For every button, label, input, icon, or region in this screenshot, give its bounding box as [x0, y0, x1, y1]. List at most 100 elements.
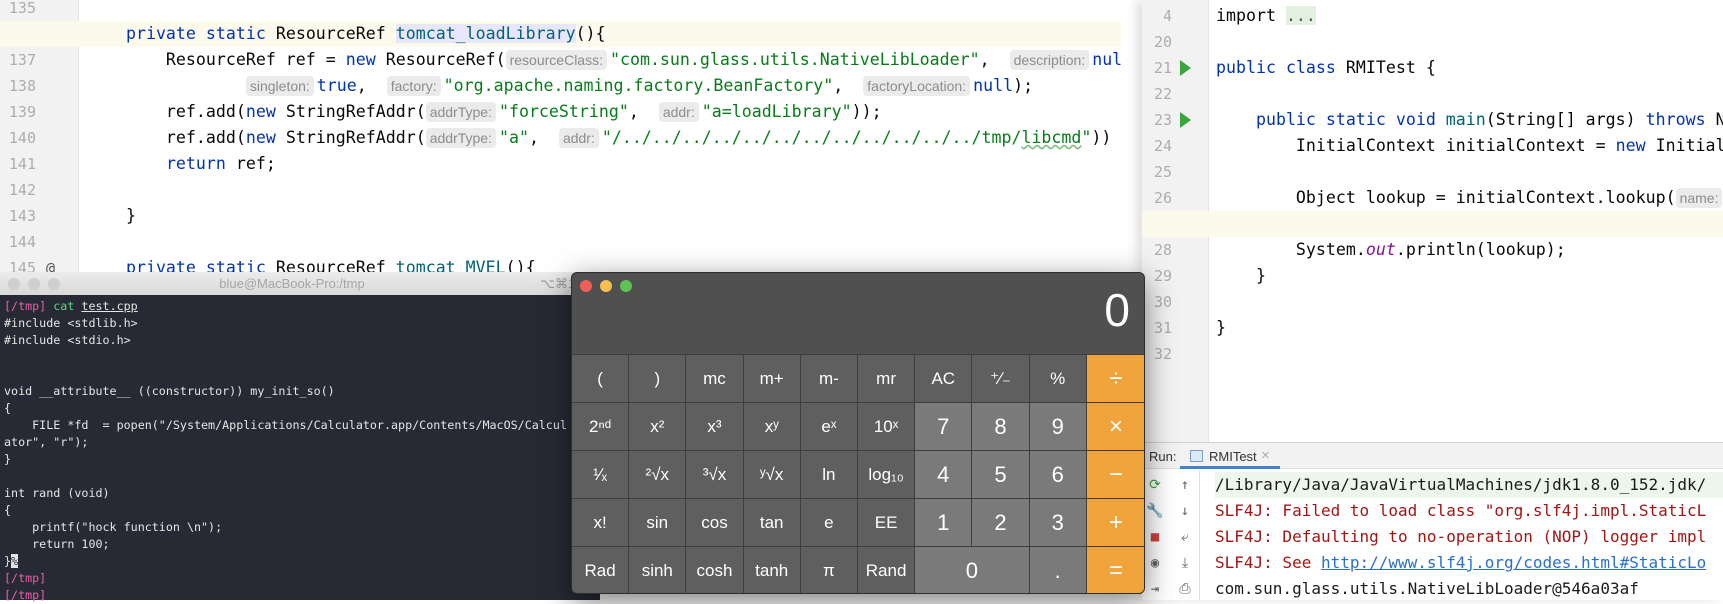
calc-key[interactable]: x³: [686, 402, 744, 450]
calc-key[interactable]: .: [1029, 546, 1087, 593]
line-number: 144: [8, 233, 36, 251]
calc-key[interactable]: 2: [972, 498, 1030, 546]
calc-key[interactable]: =: [1087, 546, 1144, 593]
calc-key[interactable]: sinh: [629, 546, 687, 593]
code-token: StringRefAddr(: [275, 102, 426, 121]
calc-key[interactable]: 10ˣ: [858, 402, 916, 450]
current-line-highlight: [1142, 211, 1723, 237]
calc-key[interactable]: 2ⁿᵈ: [572, 402, 630, 450]
code-token: public: [1255, 110, 1326, 129]
code-token: }: [1216, 266, 1266, 285]
calc-key[interactable]: ): [629, 354, 687, 402]
close-tab-icon[interactable]: ×: [1261, 447, 1270, 464]
calc-key[interactable]: 6: [1029, 450, 1087, 498]
calc-key[interactable]: 4: [915, 450, 973, 498]
code-line: public class RMITest {: [1216, 55, 1436, 81]
line-number: 26: [1153, 189, 1172, 207]
calc-key[interactable]: eˣ: [800, 402, 858, 450]
calc-zoom-button[interactable]: [620, 280, 632, 292]
calc-key[interactable]: m-: [800, 354, 858, 402]
run-gutter-icon[interactable]: [1180, 60, 1191, 76]
calc-key[interactable]: cos: [686, 498, 744, 546]
code-token: )): [1091, 128, 1112, 147]
calc-key[interactable]: AC: [915, 354, 973, 402]
calc-key[interactable]: (: [572, 354, 630, 402]
code-token: "forceString": [498, 102, 629, 121]
console-link[interactable]: http://www.slf4j.org/codes.html#StaticLo: [1321, 553, 1706, 572]
up-arrow-icon[interactable]: ↑: [1174, 477, 1196, 493]
run-gutter-icon[interactable]: [1180, 112, 1191, 128]
calc-key[interactable]: 1: [915, 498, 973, 546]
code-token: );: [1013, 76, 1034, 95]
terminal-line: printf("hock function \n");: [4, 519, 222, 536]
terminal-window[interactable]: blue@MacBook-Pro:/tmp ⌥⌘1 [/tmp] cat tes…: [0, 272, 600, 602]
line-number: 25: [1153, 163, 1172, 181]
exit-icon[interactable]: ⇥: [1144, 581, 1166, 597]
terminal-line: void __attribute__ ((constructor)) my_in…: [4, 383, 335, 400]
calc-key[interactable]: ÷: [1087, 354, 1144, 402]
line-number: 29: [1153, 267, 1172, 285]
calc-key[interactable]: %: [1029, 354, 1087, 402]
calc-close-button[interactable]: [580, 280, 592, 292]
console-text: SLF4J: See: [1215, 553, 1321, 572]
calc-key[interactable]: mr: [858, 354, 916, 402]
soft-wrap-icon[interactable]: ⤶: [1174, 529, 1196, 545]
calc-key[interactable]: 9: [1029, 402, 1087, 450]
calc-key[interactable]: ln: [800, 450, 858, 498]
calc-key[interactable]: π: [800, 546, 858, 593]
calc-key[interactable]: ʸ√x: [743, 450, 801, 498]
calc-key[interactable]: sin: [629, 498, 687, 546]
minimize-button[interactable]: [28, 278, 40, 290]
code-line: singleton: true, factory: "org.apache.nami…: [86, 73, 1033, 99]
calc-key[interactable]: ²√x: [629, 450, 687, 498]
code-token: ref.add(: [86, 102, 246, 121]
calc-key[interactable]: 3: [1029, 498, 1087, 546]
calc-key[interactable]: +: [1087, 498, 1144, 546]
code-token: FILE *fd = popen("/System/Applications/C…: [4, 418, 567, 432]
run-tab-rmitest[interactable]: RMITest: [1209, 449, 1257, 464]
calc-key[interactable]: mc: [686, 354, 744, 402]
line-number: 4: [1162, 7, 1172, 25]
calc-key[interactable]: EE: [858, 498, 916, 546]
line-number: 140: [8, 129, 36, 147]
console-text: /Library/Java/JavaVirtualMachines/jdk1.8…: [1215, 475, 1707, 494]
close-button[interactable]: [8, 278, 20, 290]
calc-key[interactable]: Rad: [572, 546, 630, 593]
calc-key[interactable]: 8: [972, 402, 1030, 450]
calc-key[interactable]: 5: [972, 450, 1030, 498]
calc-key[interactable]: tan: [743, 498, 801, 546]
zoom-button[interactable]: [48, 278, 60, 290]
camera-icon[interactable]: ◉: [1144, 555, 1166, 571]
calc-key[interactable]: x!: [572, 498, 630, 546]
down-arrow-icon[interactable]: ↓: [1174, 503, 1196, 519]
code-token: ResourceRef: [275, 24, 396, 43]
calc-key[interactable]: ¹∕ₓ: [572, 450, 630, 498]
scroll-to-end-icon[interactable]: ⤓: [1174, 555, 1196, 571]
wrench-icon[interactable]: 🔧: [1144, 503, 1166, 519]
calc-key[interactable]: Rand: [858, 546, 916, 593]
calc-key[interactable]: ³√x: [686, 450, 744, 498]
calc-key[interactable]: log₁₀: [858, 450, 916, 498]
calc-key[interactable]: e: [800, 498, 858, 546]
line-number: 142: [8, 181, 36, 199]
calc-key[interactable]: xʸ: [743, 402, 801, 450]
rerun-icon[interactable]: ⟳: [1144, 477, 1166, 493]
terminal-titlebar[interactable]: blue@MacBook-Pro:/tmp ⌥⌘1: [0, 272, 600, 295]
inlay-hint: resourceClass:: [505, 50, 607, 70]
calc-key[interactable]: m+: [743, 354, 801, 402]
calc-key[interactable]: ×: [1087, 402, 1144, 450]
calc-minimize-button[interactable]: [600, 280, 612, 292]
code-token: private: [125, 24, 206, 43]
calc-key[interactable]: x²: [629, 402, 687, 450]
line-number: 137: [8, 51, 36, 69]
print-icon[interactable]: ⎙: [1174, 581, 1196, 597]
calc-key[interactable]: −: [1087, 450, 1144, 498]
stop-icon[interactable]: ■: [1144, 529, 1166, 545]
calc-key[interactable]: ⁺∕₋: [972, 354, 1030, 402]
calc-key[interactable]: 0: [915, 546, 1030, 593]
calc-key[interactable]: cosh: [686, 546, 744, 593]
code-token: ref;: [225, 154, 276, 173]
calc-key[interactable]: 7: [915, 402, 973, 450]
code-token: {: [4, 401, 12, 415]
calc-key[interactable]: tanh: [743, 546, 801, 593]
